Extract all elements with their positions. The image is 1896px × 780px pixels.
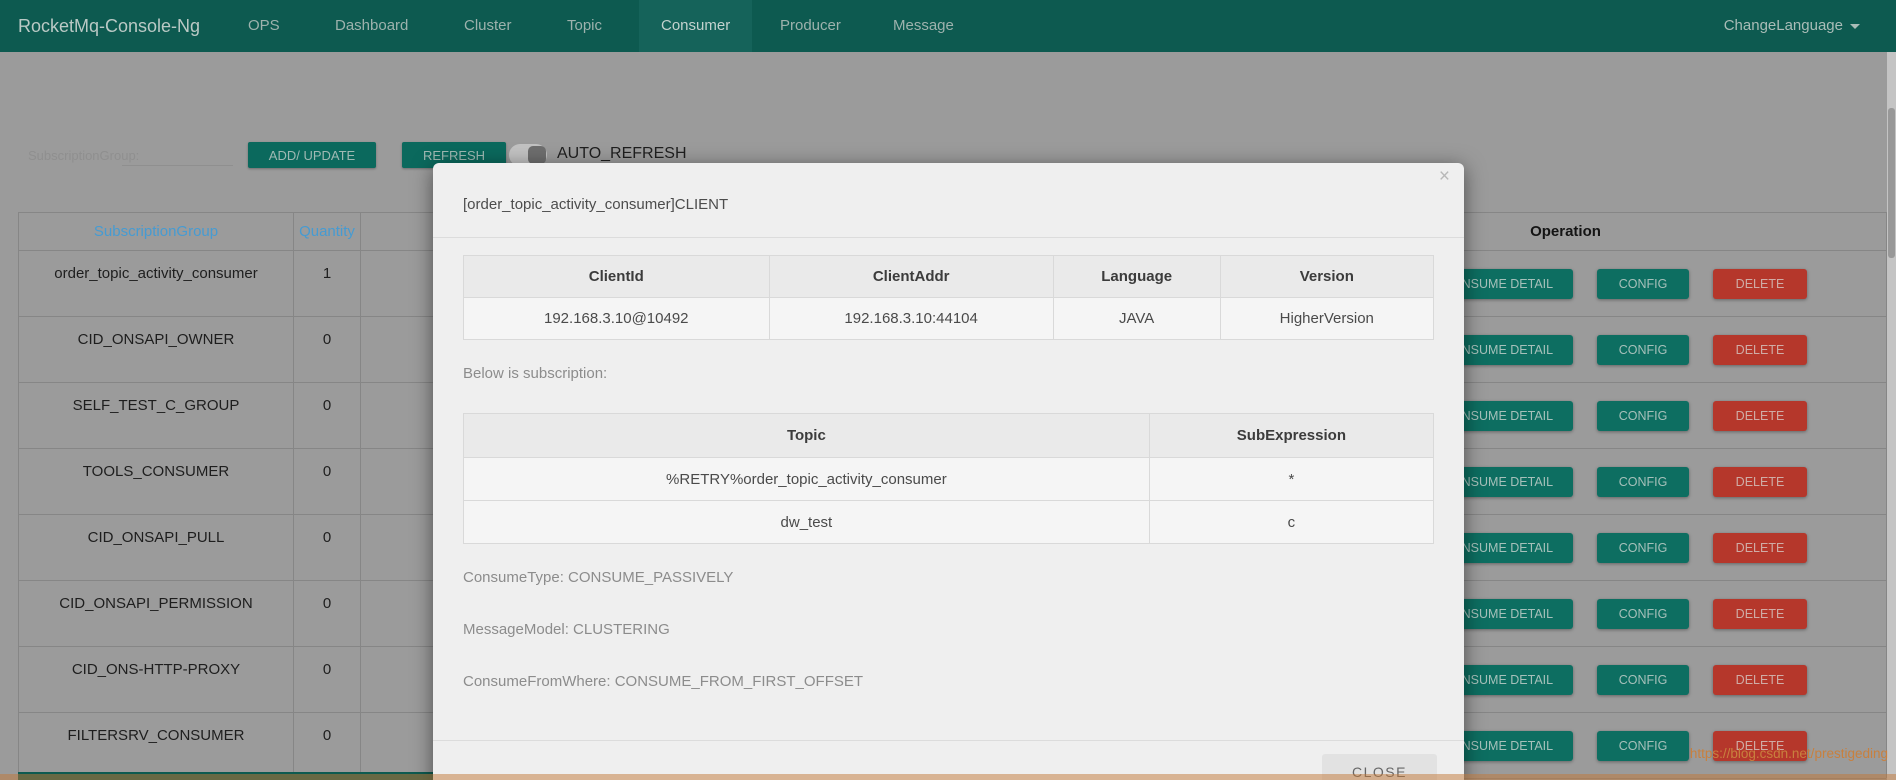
scrollbar-thumb[interactable] xyxy=(1888,108,1895,258)
cell-group: CID_ONSAPI_PULL xyxy=(19,515,294,580)
nav-item-message[interactable]: Message xyxy=(893,0,954,52)
client-table-header: ClientId xyxy=(464,256,770,298)
delete-button[interactable]: DELETE xyxy=(1713,335,1807,365)
nav-item-topic[interactable]: Topic xyxy=(567,0,602,52)
message-model-text: MessageModel: CLUSTERING xyxy=(463,621,670,638)
delete-button[interactable]: DELETE xyxy=(1713,665,1807,695)
consumer-page: RocketMq-Console-Ng OPS Dashboard Cluste… xyxy=(0,0,1896,780)
cell-quantity: 1 xyxy=(294,251,361,316)
client-detail-modal: × [order_topic_activity_consumer]CLIENT … xyxy=(433,163,1464,780)
change-language-dropdown[interactable]: ChangeLanguage xyxy=(1724,0,1860,52)
cell-quantity: 0 xyxy=(294,581,361,646)
modal-title: [order_topic_activity_consumer]CLIENT xyxy=(463,196,728,213)
client-id-cell: 192.168.3.10@10492 xyxy=(464,298,770,340)
nav-item-dashboard[interactable]: Dashboard xyxy=(335,0,408,52)
watermark-bar xyxy=(0,774,1896,780)
top-navbar: RocketMq-Console-Ng OPS Dashboard Cluste… xyxy=(0,0,1896,52)
close-icon[interactable]: × xyxy=(1439,167,1450,186)
client-language-cell: JAVA xyxy=(1053,298,1220,340)
cell-group: order_topic_activity_consumer xyxy=(19,251,294,316)
config-button[interactable]: CONFIG xyxy=(1597,467,1689,497)
cell-quantity: 0 xyxy=(294,449,361,514)
cell-group: CID_ONSAPI_PERMISSION xyxy=(19,581,294,646)
subscription-table-header: SubExpression xyxy=(1149,414,1433,458)
topic-cell: %RETRY%order_topic_activity_consumer xyxy=(464,458,1150,501)
cell-quantity: 0 xyxy=(294,647,361,712)
subscription-table: Topic SubExpression %RETRY%order_topic_a… xyxy=(463,413,1434,544)
config-button[interactable]: CONFIG xyxy=(1597,269,1689,299)
client-addr-cell: 192.168.3.10:44104 xyxy=(769,298,1053,340)
chevron-down-icon xyxy=(1850,24,1860,29)
modal-header-divider xyxy=(433,237,1464,238)
delete-button[interactable]: DELETE xyxy=(1713,401,1807,431)
auto-refresh-label: AUTO_REFRESH xyxy=(557,145,687,163)
delete-button[interactable]: DELETE xyxy=(1713,599,1807,629)
cell-quantity: 0 xyxy=(294,317,361,382)
client-version-cell: HigherVersion xyxy=(1220,298,1433,340)
nav-item-ops[interactable]: OPS xyxy=(248,0,280,52)
nav-item-producer[interactable]: Producer xyxy=(780,0,841,52)
delete-button[interactable]: DELETE xyxy=(1713,467,1807,497)
nav-item-consumer[interactable]: Consumer xyxy=(639,0,752,52)
delete-button[interactable]: DELETE xyxy=(1713,269,1807,299)
cell-group: SELF_TEST_C_GROUP xyxy=(19,383,294,448)
consume-from-where-text: ConsumeFromWhere: CONSUME_FROM_FIRST_OFF… xyxy=(463,673,863,690)
client-table: ClientId ClientAddr Language Version 192… xyxy=(463,255,1434,340)
consume-type-text: ConsumeType: CONSUME_PASSIVELY xyxy=(463,569,733,586)
cell-quantity: 0 xyxy=(294,713,361,778)
nav-item-cluster[interactable]: Cluster xyxy=(464,0,512,52)
header-quantity[interactable]: Quantity xyxy=(294,213,361,250)
client-table-header: ClientAddr xyxy=(769,256,1053,298)
config-button[interactable]: CONFIG xyxy=(1597,599,1689,629)
cell-group: TOOLS_CONSUMER xyxy=(19,449,294,514)
config-button[interactable]: CONFIG xyxy=(1597,401,1689,431)
app-brand[interactable]: RocketMq-Console-Ng xyxy=(18,0,200,52)
change-language-label: ChangeLanguage xyxy=(1724,17,1843,34)
subscription-group-input[interactable] xyxy=(122,144,233,166)
subscription-table-header: Topic xyxy=(464,414,1150,458)
client-table-header: Version xyxy=(1220,256,1433,298)
config-button[interactable]: CONFIG xyxy=(1597,335,1689,365)
config-button[interactable]: CONFIG xyxy=(1597,533,1689,563)
header-subscription-group[interactable]: SubscriptionGroup xyxy=(19,213,294,250)
cell-group: CID_ONSAPI_OWNER xyxy=(19,317,294,382)
add-update-button[interactable]: ADD/ UPDATE xyxy=(248,142,376,168)
cell-quantity: 0 xyxy=(294,383,361,448)
client-table-header: Language xyxy=(1053,256,1220,298)
subscription-section-label: Below is subscription: xyxy=(463,365,607,382)
cell-group: CID_ONS-HTTP-PROXY xyxy=(19,647,294,712)
toggle-knob-icon xyxy=(528,146,546,164)
config-button[interactable]: CONFIG xyxy=(1597,731,1689,761)
cell-group: FILTERSRV_CONSUMER xyxy=(19,713,294,778)
sub-expression-cell: * xyxy=(1149,458,1433,501)
scrollbar-track[interactable] xyxy=(1887,52,1896,780)
cell-quantity: 0 xyxy=(294,515,361,580)
config-button[interactable]: CONFIG xyxy=(1597,665,1689,695)
sub-expression-cell: c xyxy=(1149,501,1433,544)
watermark-text: https://blog.csdn.net/prestigeding xyxy=(1690,746,1888,761)
modal-footer-divider xyxy=(433,740,1464,741)
topic-cell: dw_test xyxy=(464,501,1150,544)
delete-button[interactable]: DELETE xyxy=(1713,533,1807,563)
